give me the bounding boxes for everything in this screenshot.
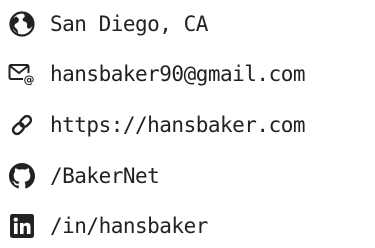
globe-icon — [8, 10, 36, 38]
email-icon: @ — [8, 60, 36, 88]
linkedin-icon — [8, 212, 36, 240]
svg-text:@: @ — [24, 73, 35, 86]
location-text: San Diego, CA — [50, 11, 208, 36]
website-link[interactable]: https://hansbaker.com — [50, 114, 306, 136]
link-icon — [8, 111, 36, 139]
contact-list: San Diego, CA @ hansbaker90@gmail.com ht… — [0, 0, 375, 248]
github-icon — [8, 162, 36, 190]
email-link[interactable]: hansbaker90@gmail.com — [50, 63, 306, 85]
github-link[interactable]: /BakerNet — [50, 165, 160, 187]
linkedin-link[interactable]: /in/hansbaker — [50, 215, 208, 237]
